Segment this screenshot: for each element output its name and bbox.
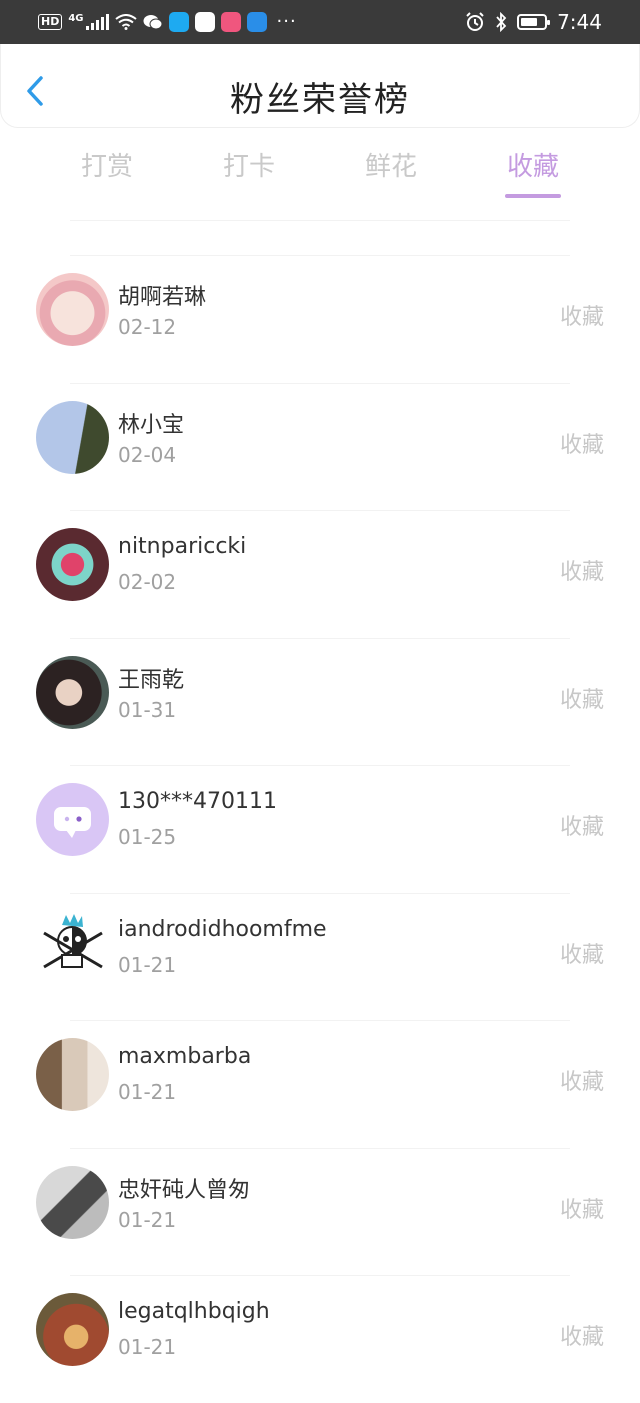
fan-name: 忠奸砘人曾匆: [118, 1177, 251, 1203]
divider: [70, 892, 570, 894]
more-icon: ···: [276, 11, 297, 32]
avatar: [36, 655, 109, 729]
chat-bubble-icon: [54, 807, 91, 838]
divider: [70, 765, 570, 766]
fan-date: 02-02: [118, 570, 177, 594]
fan-name: 林小宝: [118, 412, 185, 438]
avatar: [36, 528, 109, 601]
avatar: [36, 273, 109, 346]
fan-date: 01-21: [118, 1207, 177, 1232]
fan-action: 收藏: [559, 942, 604, 968]
fan-action: 收藏: [559, 1070, 604, 1095]
fan-name: 130***470111: [118, 789, 277, 814]
active-tab-indicator: [505, 194, 561, 198]
tab-flowers[interactable]: 鲜花: [346, 146, 436, 183]
avatar: [36, 1038, 109, 1111]
signal-icon: [85, 14, 109, 30]
fan-date: 01-31: [118, 697, 177, 722]
hd-badge: HD: [38, 14, 63, 30]
avatar: [36, 910, 109, 984]
page-header: 粉丝荣誉榜: [0, 44, 640, 128]
clock: 7:44: [557, 10, 602, 34]
avatar: [36, 1293, 109, 1366]
fan-date: 01-21: [118, 1080, 177, 1104]
avatar: [36, 783, 109, 856]
tab-favorites[interactable]: 收藏: [488, 146, 578, 183]
list-item[interactable]: 忠奸砘人曾匆 01-21 收藏: [0, 1147, 640, 1276]
divider: [70, 255, 570, 256]
battery-icon: [517, 14, 551, 30]
fan-name: 胡啊若琳: [118, 285, 207, 310]
fan-name: iandrodidhoomfme: [118, 916, 327, 942]
fan-action: 收藏: [559, 305, 604, 330]
fan-action: 收藏: [559, 815, 604, 840]
mall-app-icon: [194, 12, 215, 32]
fan-date: 01-21: [118, 1335, 177, 1359]
wifi-icon: [114, 14, 137, 30]
fan-action: 收藏: [559, 560, 604, 585]
wechat-icon: [143, 15, 163, 30]
fan-list: 胡啊若琳 02-12 收藏 林小宝 02-04 收藏 nitnpariccki …: [0, 255, 640, 1403]
skull-icon: [43, 913, 103, 968]
fan-date: 01-25: [118, 825, 177, 849]
list-item[interactable]: 林小宝 02-04 收藏: [0, 382, 640, 511]
list-item[interactable]: legatqlhbqigh 01-21 收藏: [0, 1275, 640, 1403]
divider: [70, 1275, 570, 1276]
avatar: [36, 400, 109, 474]
list-item[interactable]: 胡啊若琳 02-12 收藏: [0, 255, 640, 383]
avatar: [36, 1165, 109, 1239]
list-item[interactable]: maxmbarba 01-21 收藏: [0, 1020, 640, 1148]
list-item[interactable]: 130***470111 01-25 收藏: [0, 765, 640, 893]
tab-checkin[interactable]: 打卡: [204, 146, 294, 183]
shop-app-icon: [220, 12, 241, 32]
divider: [70, 637, 570, 639]
divider: [70, 510, 570, 511]
list-item[interactable]: nitnpariccki 02-02 收藏: [0, 510, 640, 638]
fan-name: nitnpariccki: [118, 534, 247, 559]
search-app-icon: [168, 12, 189, 32]
divider: [70, 382, 570, 384]
list-item[interactable]: 王雨乾 01-31 收藏: [0, 637, 640, 766]
list-item[interactable]: iandrodidhoomfme 01-21 收藏: [0, 892, 640, 1021]
status-bar: HD 4G ··· 7:44: [0, 0, 640, 44]
fan-date: 01-21: [118, 952, 177, 977]
bluetooth-icon: [496, 12, 507, 32]
fan-action: 收藏: [559, 432, 604, 458]
fan-date: 02-12: [118, 315, 177, 339]
network-type: 4G: [68, 12, 84, 24]
fan-action: 收藏: [559, 1197, 604, 1223]
alarm-icon: [466, 12, 484, 31]
fan-action: 收藏: [559, 1325, 604, 1350]
weather-app-icon: [246, 12, 267, 32]
tab-reward[interactable]: 打赏: [62, 146, 152, 183]
divider: [70, 1147, 570, 1149]
page-title: 粉丝荣誉榜: [230, 80, 410, 120]
fan-action: 收藏: [559, 687, 604, 713]
fan-name: maxmbarba: [118, 1044, 252, 1069]
fan-name: 王雨乾: [118, 667, 185, 693]
tab-bar: 打赏 打卡 鲜花 收藏: [0, 146, 640, 206]
fan-date: 02-04: [118, 442, 177, 467]
divider: [70, 1020, 570, 1021]
fan-name: legatqlhbqigh: [118, 1299, 270, 1324]
divider: [70, 220, 570, 221]
